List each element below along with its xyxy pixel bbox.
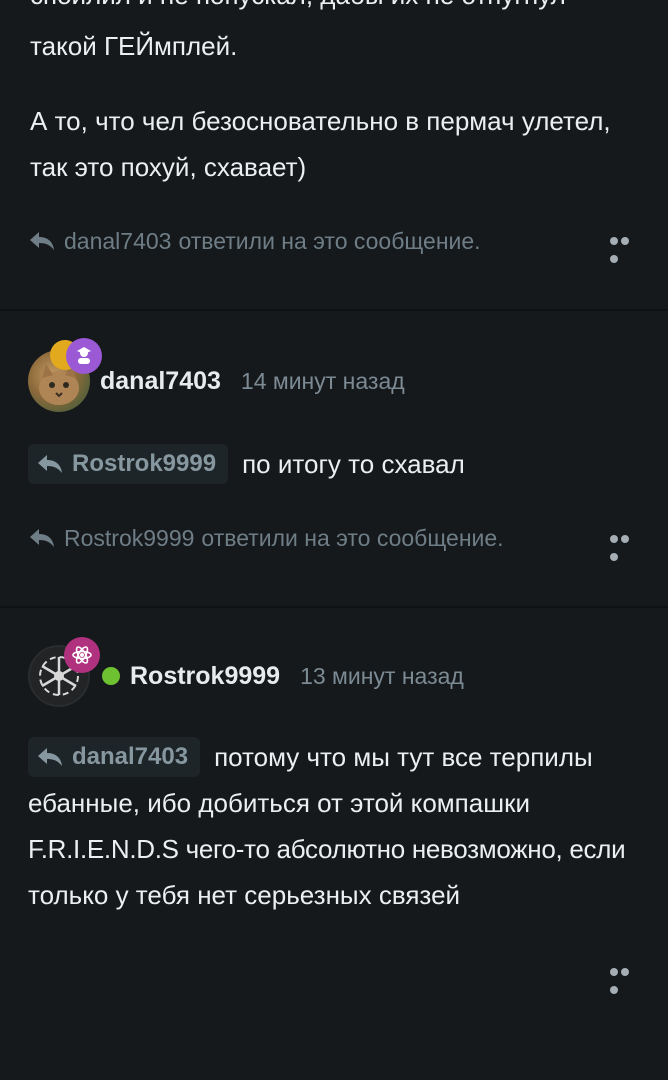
more-icon[interactable] <box>610 530 642 561</box>
post-text-line: такой ГЕЙмплей. <box>30 31 238 61</box>
post-text-line: так это похуй, схавает) <box>30 152 307 182</box>
reply-icon <box>38 455 62 473</box>
post-timestamp[interactable]: 13 минут назад <box>300 663 464 690</box>
reply-icon <box>30 529 54 547</box>
replied-text: ответили на это сообщение. <box>178 227 481 254</box>
post-username[interactable]: danal7403 <box>100 367 221 396</box>
post-text-line: потому что мы тут все терпилы <box>214 742 593 772</box>
quote-username: danal7403 <box>72 743 189 770</box>
more-icon[interactable] <box>610 232 642 263</box>
avatar[interactable] <box>28 338 102 412</box>
post-text-partial: спойлил и не попускал, дабы их не отпугн… <box>30 0 566 18</box>
quote-chip[interactable]: Rostrok9999 <box>28 444 229 484</box>
replied-username[interactable]: danal7403 <box>64 228 171 255</box>
post-text-line: ебанные, ибо добиться от этой компашки <box>28 788 530 818</box>
more-icon[interactable] <box>610 963 642 994</box>
replied-text: ответили на это сообщение. <box>201 524 504 551</box>
replied-username[interactable]: Rostrok9999 <box>64 525 194 552</box>
reply-icon <box>38 748 62 766</box>
post-text: по итогу то схавал <box>242 449 465 479</box>
post-text-line: F.R.I.E.N.D.S чего-то абсолютно невозмож… <box>28 834 626 864</box>
post-username[interactable]: Rostrok9999 <box>130 662 280 691</box>
online-status-indicator <box>102 667 120 685</box>
post-body: danal7403 потому что мы тут все терпилы … <box>28 734 648 918</box>
post-2: danal7403 14 минут назад Rostrok9999 по … <box>0 311 668 607</box>
graduation-cap-icon <box>66 338 102 374</box>
post-body: Rostrok9999 по итогу то схавал <box>28 441 465 487</box>
post-header: Rostrok9999 13 минут назад <box>28 637 464 708</box>
post-timestamp[interactable]: 14 минут назад <box>241 368 405 395</box>
avatar[interactable] <box>28 637 100 707</box>
replies-link[interactable]: Rostrok9999 ответили на это сообщение. <box>28 518 640 558</box>
post-text-line: А то, что чел безосновательно в пермач у… <box>30 106 611 136</box>
quote-username: Rostrok9999 <box>72 450 217 477</box>
post-text-line: только у тебя нет серьезных связей <box>28 880 461 910</box>
quote-chip[interactable]: danal7403 <box>28 737 201 777</box>
atom-icon <box>64 637 100 673</box>
post-3: Rostrok9999 13 минут назад danal7403 пот… <box>0 608 668 1080</box>
post-header: danal7403 14 минут назад <box>28 338 405 413</box>
post-1: спойлил и не попускал, дабы их не отпугн… <box>0 0 668 310</box>
replies-link[interactable]: danal7403 ответили на это сообщение. <box>28 221 640 261</box>
reply-icon <box>30 232 54 250</box>
